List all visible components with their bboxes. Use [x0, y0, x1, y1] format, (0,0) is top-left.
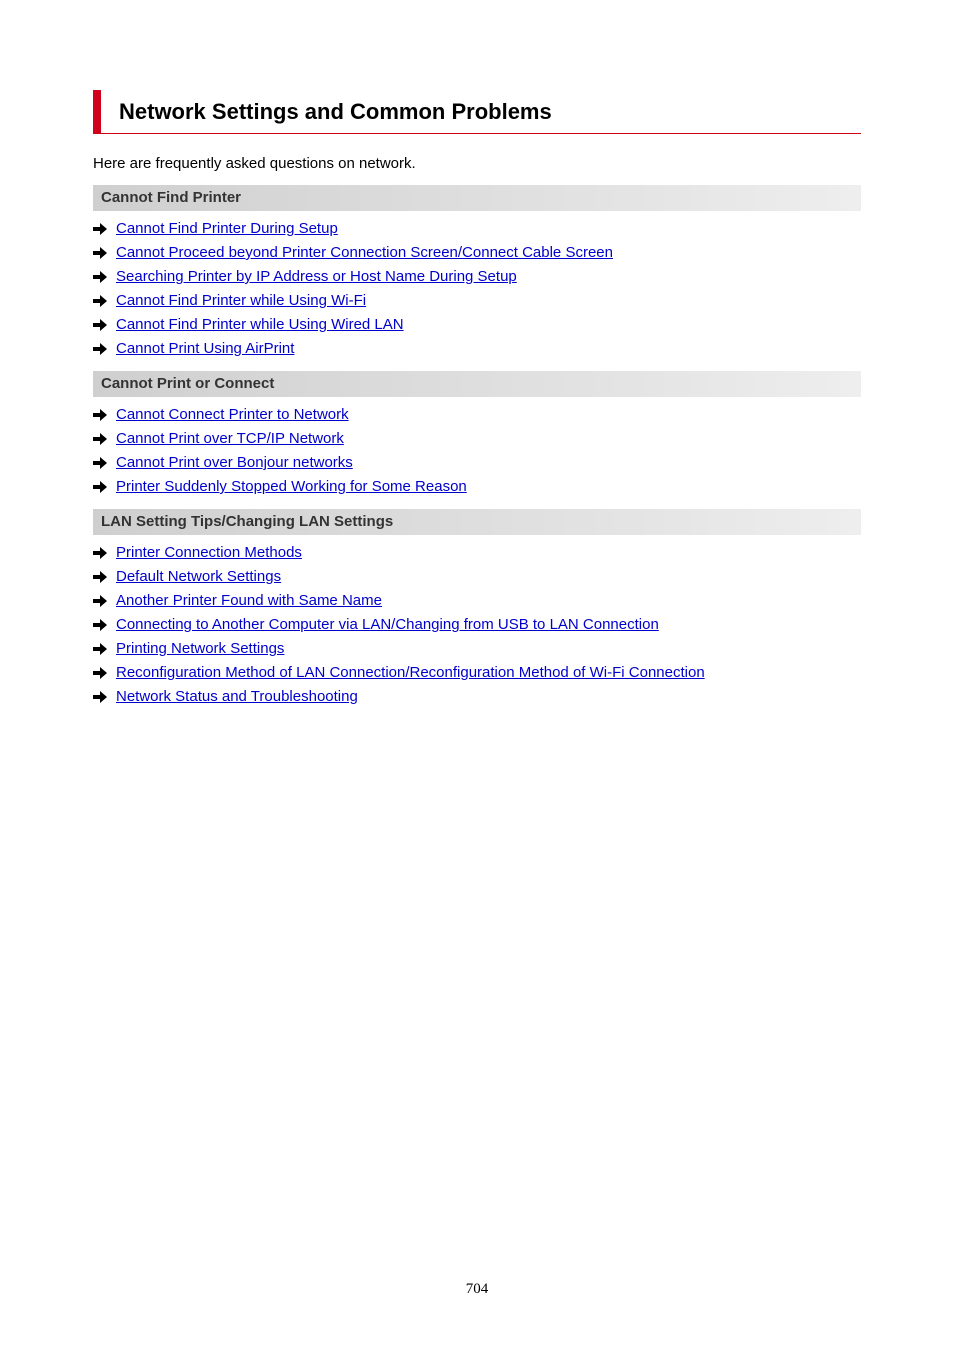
- link-printer-connection-methods[interactable]: Printer Connection Methods: [116, 543, 302, 563]
- list-item: Cannot Print over Bonjour networks: [93, 451, 861, 475]
- link-network-status-troubleshooting[interactable]: Network Status and Troubleshooting: [116, 687, 358, 707]
- list-item: Searching Printer by IP Address or Host …: [93, 265, 861, 289]
- page-number: 704: [465, 1281, 489, 1297]
- arrow-right-icon: [93, 547, 107, 559]
- section-cannot-print-or-connect: Cannot Print or Connect Cannot Connect P…: [93, 371, 861, 499]
- intro-text: Here are frequently asked questions on n…: [93, 155, 416, 172]
- link-printing-network-settings[interactable]: Printing Network Settings: [116, 639, 284, 659]
- list-item: Cannot Find Printer During Setup: [93, 217, 861, 241]
- page-title: Network Settings and Common Problems: [119, 99, 552, 124]
- section-lan-setting-tips: LAN Setting Tips/Changing LAN Settings P…: [93, 509, 861, 709]
- arrow-right-icon: [93, 343, 107, 355]
- arrow-right-icon: [93, 691, 107, 703]
- arrow-right-icon: [93, 295, 107, 307]
- arrow-right-icon: [93, 457, 107, 469]
- list-item: Printer Connection Methods: [93, 541, 861, 565]
- arrow-right-icon: [93, 319, 107, 331]
- link-list: Cannot Find Printer During Setup Cannot …: [93, 217, 861, 361]
- arrow-right-icon: [93, 619, 107, 631]
- link-cannot-proceed-beyond-connection-screen[interactable]: Cannot Proceed beyond Printer Connection…: [116, 243, 613, 263]
- list-item: Cannot Connect Printer to Network: [93, 403, 861, 427]
- list-item: Cannot Proceed beyond Printer Connection…: [93, 241, 861, 265]
- link-another-printer-same-name[interactable]: Another Printer Found with Same Name: [116, 591, 382, 611]
- arrow-right-icon: [93, 481, 107, 493]
- link-cannot-print-bonjour[interactable]: Cannot Print over Bonjour networks: [116, 453, 353, 473]
- arrow-right-icon: [93, 643, 107, 655]
- list-item: Cannot Find Printer while Using Wired LA…: [93, 313, 861, 337]
- list-item: Printing Network Settings: [93, 637, 861, 661]
- link-list: Cannot Connect Printer to Network Cannot…: [93, 403, 861, 499]
- arrow-right-icon: [93, 409, 107, 421]
- section-cannot-find-printer: Cannot Find Printer Cannot Find Printer …: [93, 185, 861, 361]
- page-header: Network Settings and Common Problems: [93, 90, 861, 134]
- list-item: Connecting to Another Computer via LAN/C…: [93, 613, 861, 637]
- list-item: Cannot Print Using AirPrint: [93, 337, 861, 361]
- list-item: Printer Suddenly Stopped Working for Som…: [93, 475, 861, 499]
- section-header: Cannot Print or Connect: [93, 371, 861, 397]
- arrow-right-icon: [93, 223, 107, 235]
- link-cannot-connect-printer-to-network[interactable]: Cannot Connect Printer to Network: [116, 405, 349, 425]
- list-item: Cannot Print over TCP/IP Network: [93, 427, 861, 451]
- link-cannot-print-airprint[interactable]: Cannot Print Using AirPrint: [116, 339, 294, 359]
- link-cannot-find-printer-during-setup[interactable]: Cannot Find Printer During Setup: [116, 219, 338, 239]
- link-list: Printer Connection Methods Default Netwo…: [93, 541, 861, 709]
- link-default-network-settings[interactable]: Default Network Settings: [116, 567, 281, 587]
- link-searching-printer-by-ip[interactable]: Searching Printer by IP Address or Host …: [116, 267, 517, 287]
- section-header: Cannot Find Printer: [93, 185, 861, 211]
- section-header: LAN Setting Tips/Changing LAN Settings: [93, 509, 861, 535]
- link-connecting-another-computer[interactable]: Connecting to Another Computer via LAN/C…: [116, 615, 659, 635]
- arrow-right-icon: [93, 571, 107, 583]
- arrow-right-icon: [93, 247, 107, 259]
- link-cannot-print-tcpip[interactable]: Cannot Print over TCP/IP Network: [116, 429, 344, 449]
- list-item: Network Status and Troubleshooting: [93, 685, 861, 709]
- arrow-right-icon: [93, 271, 107, 283]
- arrow-right-icon: [93, 667, 107, 679]
- list-item: Cannot Find Printer while Using Wi-Fi: [93, 289, 861, 313]
- link-printer-suddenly-stopped[interactable]: Printer Suddenly Stopped Working for Som…: [116, 477, 467, 497]
- arrow-right-icon: [93, 433, 107, 445]
- link-cannot-find-printer-wifi[interactable]: Cannot Find Printer while Using Wi-Fi: [116, 291, 366, 311]
- link-cannot-find-printer-wired-lan[interactable]: Cannot Find Printer while Using Wired LA…: [116, 315, 404, 335]
- list-item: Reconfiguration Method of LAN Connection…: [93, 661, 861, 685]
- list-item: Default Network Settings: [93, 565, 861, 589]
- title-accent-bar: [93, 90, 101, 133]
- list-item: Another Printer Found with Same Name: [93, 589, 861, 613]
- arrow-right-icon: [93, 595, 107, 607]
- link-reconfiguration-method[interactable]: Reconfiguration Method of LAN Connection…: [116, 663, 705, 683]
